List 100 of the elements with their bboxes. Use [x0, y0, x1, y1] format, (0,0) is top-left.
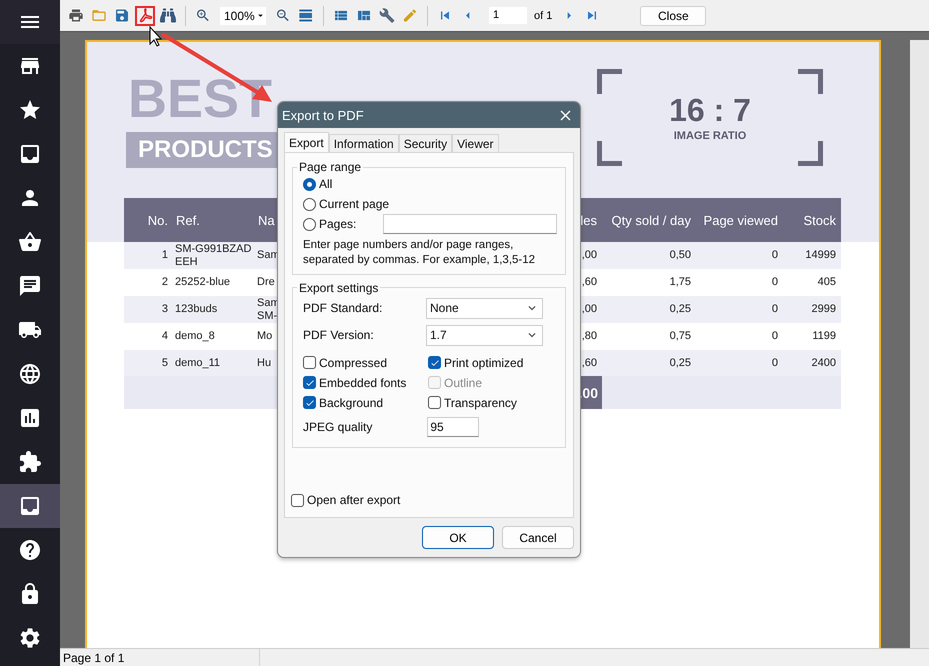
column-header: Page viewed — [702, 212, 779, 228]
table-cell-text: 123buds — [174, 303, 218, 316]
radio-label: All — [319, 177, 332, 191]
tab[interactable]: Viewer — [452, 134, 499, 152]
table-cell-text: 0 — [770, 303, 779, 316]
hint-text: Enter page numbers and/or page ranges, separated by commas. For example, 1,3,5-12 — [303, 238, 536, 268]
checkbox[interactable] — [291, 494, 304, 506]
table-cell-text: 2 — [160, 276, 169, 289]
field-label: PDF Standard: — [303, 301, 382, 316]
dropdown[interactable]: 1.7 — [426, 324, 543, 346]
frame-corner — [597, 141, 622, 166]
puzzle-icon — [18, 450, 42, 474]
tab[interactable]: Export — [284, 132, 329, 152]
group-title: Export settings — [298, 280, 380, 295]
table-cell-text: 0 — [770, 276, 779, 289]
close-button[interactable]: Close — [640, 6, 706, 26]
checkbox-label: Transparency — [444, 396, 517, 410]
bar-chart-icon — [18, 406, 42, 430]
check-icon — [304, 398, 314, 408]
table-cell-text: 14999 — [804, 249, 837, 262]
ratio-caption: IMAGE RATIO — [674, 130, 746, 142]
table-cell-text: ,80 — [580, 330, 598, 343]
table-cell-text: 0 — [770, 249, 779, 262]
dialog-title: Export to PDF — [282, 108, 365, 122]
table-cell-text: Mo — [256, 330, 274, 343]
table-cell-text: 25252-blue — [174, 276, 232, 289]
table-cell-text: 0,25 — [668, 303, 692, 316]
jpeg-quality-field[interactable]: 95 — [427, 416, 480, 437]
column-header: Qty sold / day — [610, 212, 692, 228]
radio-label: Pages: — [319, 217, 356, 231]
table-cell-text: ,60 — [580, 276, 598, 289]
table-cell-text: SM-G991BZAD EEH — [174, 243, 252, 268]
table-cell-text: demo_8 — [174, 330, 216, 343]
ok-button[interactable]: OK — [422, 526, 494, 549]
tray-icon — [18, 142, 42, 166]
column-header: No. — [146, 212, 169, 228]
radio-button[interactable] — [303, 198, 316, 210]
table-cell-text: 3 — [160, 303, 169, 316]
binoculars-icon[interactable] — [158, 6, 178, 26]
radio-button[interactable] — [303, 178, 316, 190]
table-cell-text: ,00 — [580, 303, 598, 316]
page-count: of 1 — [534, 10, 552, 22]
checkbox-label: Embedded fonts — [319, 376, 406, 390]
wrench-icon[interactable] — [377, 6, 397, 26]
table-cell-text: 2999 — [810, 303, 837, 316]
checkbox[interactable] — [428, 396, 441, 410]
sidebar-item[interactable] — [0, 484, 60, 528]
check-icon — [430, 358, 440, 368]
table-cell-text: ,00 — [580, 249, 598, 262]
dropdown[interactable]: None — [426, 298, 543, 319]
table-cell-text: ,60 — [580, 356, 598, 370]
frame-corner — [798, 141, 823, 166]
sidebar-item[interactable] — [0, 0, 60, 44]
tab[interactable]: Information — [328, 134, 399, 152]
checkbox[interactable] — [303, 356, 316, 370]
table-cell-text: 4 — [160, 330, 169, 343]
checkbox-label: Background — [319, 396, 384, 410]
checkbox-label: Print optimized — [444, 356, 524, 370]
checkbox-label: Outline — [444, 376, 482, 390]
table-cell-text: 1199 — [811, 330, 837, 343]
table-cell-text: Hu — [256, 356, 272, 370]
radio-button[interactable] — [303, 218, 316, 230]
field-label: PDF Version: — [303, 328, 374, 342]
checkbox[interactable] — [428, 356, 441, 370]
table-cell-text: 1 — [160, 249, 169, 262]
scrollbar[interactable] — [910, 40, 929, 648]
table-cell-text: 5 — [160, 356, 169, 370]
basket-icon — [18, 230, 42, 254]
field-label: JPEG quality — [303, 420, 372, 434]
column-header: Stock — [802, 212, 837, 228]
checkbox-label: Open after export — [307, 493, 400, 507]
checkbox-label: Compressed — [319, 356, 388, 370]
page-field[interactable]: 1 — [489, 7, 527, 24]
radio-label: Current page — [319, 197, 390, 211]
checkbox[interactable] — [303, 376, 316, 390]
table-cell-text: 0,50 — [668, 249, 692, 262]
pdf-icon[interactable] — [135, 6, 155, 26]
check-icon — [304, 378, 314, 388]
globe-icon — [18, 362, 42, 386]
table-cell-text: 0 — [770, 330, 779, 343]
tray-icon — [18, 494, 42, 518]
group-title: Page range — [298, 160, 362, 174]
status-text: Page 1 of 1 — [60, 649, 260, 666]
table-cell-text: 405 — [816, 276, 837, 289]
table-cell-text: 0 — [770, 356, 779, 370]
settings-icon — [18, 626, 42, 650]
chat-icon — [18, 274, 42, 298]
table-cell-text: 0,75 — [668, 330, 692, 343]
ratio-text: 16 : 7 — [669, 94, 751, 126]
cancel-button[interactable]: Cancel — [502, 526, 574, 549]
tab[interactable]: Security — [398, 134, 452, 152]
report-subtitle: PRODUCTS — [126, 132, 277, 168]
zoom-select[interactable]: 100% — [220, 6, 266, 24]
table-cell-text: 0,25 — [668, 356, 692, 370]
pages-field[interactable] — [383, 214, 557, 234]
column-header: Ref. — [175, 212, 201, 228]
checkbox[interactable] — [303, 396, 316, 410]
table-cell-text: 1,75 — [668, 276, 692, 289]
table-cell-text: demo_11 — [174, 356, 222, 370]
column-header: Na — [257, 212, 276, 228]
